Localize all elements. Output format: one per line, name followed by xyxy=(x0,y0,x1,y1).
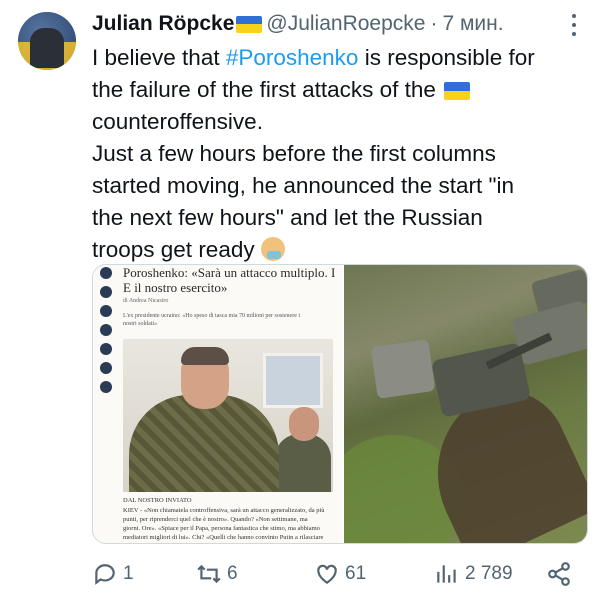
tweet-line: Just a few hours before the first column… xyxy=(92,141,496,166)
tweet-line: counteroffensive. xyxy=(92,109,263,134)
article-byline: di Andrea Nicastro xyxy=(123,298,169,304)
heart-icon xyxy=(317,564,337,584)
tweet-text: I believe that #Poroshenko is responsibl… xyxy=(92,42,592,266)
tweet-line: the failure of the first attacks of the xyxy=(92,74,592,106)
tweet-text-segment: the failure of the first attacks of the xyxy=(92,77,443,102)
article-subtitle: L'ex presidente ucraino: «Ho speso di ta… xyxy=(123,312,328,328)
share-icon xyxy=(548,562,570,586)
photo-person-main-hair xyxy=(181,347,229,365)
tweet-text-segment: troops get ready xyxy=(92,237,261,262)
article-body-line: mediatori migliori di lui». Chi? «Quelli… xyxy=(123,534,324,541)
photo-window xyxy=(263,353,323,408)
twitter-icon xyxy=(100,286,112,298)
article-headline-line: E il nostro esercito» xyxy=(123,280,228,295)
ukraine-flag-icon xyxy=(236,15,263,33)
article-headline: Poroshenko: «Sarà un attacco multiplo. I… xyxy=(123,265,341,295)
photo-person-main xyxy=(129,395,279,492)
facebook-icon xyxy=(100,267,112,279)
ukraine-flag-icon xyxy=(444,82,471,101)
views-count: 2 789 xyxy=(465,563,513,584)
article-body: KIEV - «Non chiamatela controffensiva, s… xyxy=(123,506,333,542)
share-button[interactable] xyxy=(546,556,577,592)
facepalm-emoji-icon xyxy=(260,237,285,261)
tweet-text-segment: I believe that xyxy=(92,45,226,70)
avatar[interactable] xyxy=(18,12,76,70)
like-count: 61 xyxy=(345,563,367,584)
more-icon[interactable] xyxy=(566,14,582,36)
photo-person-background-head xyxy=(289,407,319,441)
retweet-count: 6 xyxy=(227,563,238,584)
tweet-line: the next few hours" and let the Russian xyxy=(92,205,483,230)
reply-button[interactable]: 1 xyxy=(92,556,134,592)
retweet-icon xyxy=(197,564,221,584)
news-article-image[interactable]: Poroshenko: «Sarà un attacco multiplo. I… xyxy=(93,265,343,543)
tweet-line: started moving, he announced the start "… xyxy=(92,173,514,198)
avatar-figure xyxy=(30,28,64,68)
article-sub-line: nostri soldati» xyxy=(123,321,158,327)
tweet-text-segment: is responsible for xyxy=(358,45,535,70)
views-icon xyxy=(437,565,456,583)
reply-icon xyxy=(95,564,115,585)
tanks-photo[interactable] xyxy=(344,265,587,543)
separator-dot: · xyxy=(430,12,438,35)
circle-icon xyxy=(100,362,112,374)
share-icons-column xyxy=(100,267,114,393)
retweet-button[interactable]: 6 xyxy=(196,556,238,592)
views-button[interactable]: 2 789 xyxy=(434,556,513,592)
article-body-line: punti, per riprenderci quel che è nostro… xyxy=(123,516,308,523)
author-handle[interactable]: @JulianRoepcke xyxy=(266,12,425,36)
email-icon xyxy=(100,324,112,336)
tweet-time[interactable]: 7 мин. xyxy=(442,12,503,36)
article-body-line: KIEV - «Non chiamatela controffensiva, s… xyxy=(123,507,325,514)
article-sub-line: L'ex presidente ucraino: «Ho speso di ta… xyxy=(123,313,301,319)
article-headline-line: Poroshenko: «Sarà un attacco multiplo. I xyxy=(123,265,336,280)
tweet-actions: 1 6 61 2 789 xyxy=(92,556,582,592)
tweet-line: I believe that #Poroshenko is responsibl… xyxy=(92,42,592,74)
tweet-line: troops get ready xyxy=(92,234,592,266)
photo-person-background xyxy=(275,434,331,492)
like-button[interactable]: 61 xyxy=(314,556,366,592)
photo-vehicle xyxy=(370,339,436,399)
author-name[interactable]: Julian Röpcke xyxy=(92,12,234,36)
linkedin-icon xyxy=(100,305,112,317)
circle-icon xyxy=(100,343,112,355)
tweet-header: Julian Röpcke @JulianRoepcke · 7 мин. xyxy=(92,10,504,38)
article-body-line: giorni. Ore». «Spiace per il Papa, perso… xyxy=(123,525,320,532)
article-dateline: DAL NOSTRO INVIATO xyxy=(123,497,192,504)
reply-count: 1 xyxy=(123,563,134,584)
print-icon xyxy=(100,381,112,393)
hashtag-link[interactable]: #Poroshenko xyxy=(226,45,359,70)
tweet-media[interactable]: Poroshenko: «Sarà un attacco multiplo. I… xyxy=(92,264,588,544)
article-photo xyxy=(123,339,333,492)
